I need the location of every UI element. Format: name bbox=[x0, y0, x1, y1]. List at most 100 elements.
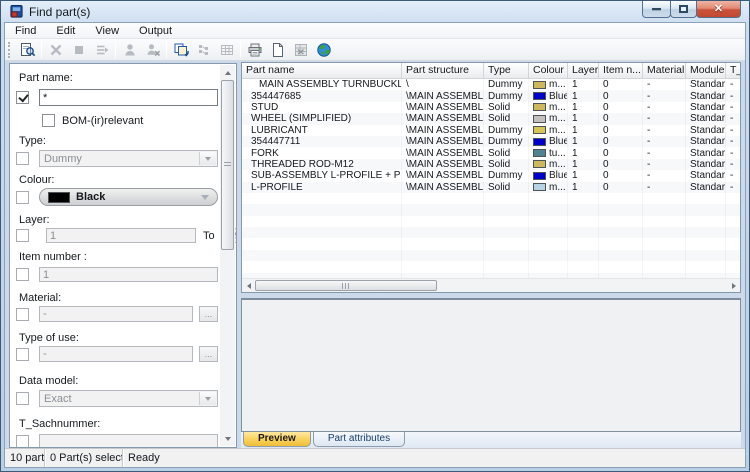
table-cell: 0 bbox=[599, 170, 643, 181]
table-cell: LUBRICANT bbox=[242, 125, 402, 136]
table-cell bbox=[643, 227, 686, 238]
table-cell: Solid bbox=[484, 113, 529, 124]
type-of-use-checkbox[interactable] bbox=[16, 347, 29, 361]
table-cell: SUB-ASSEMBLY L-PROFILE + PLATE bbox=[242, 170, 402, 181]
table-row[interactable]: L-PROFILE\MAIN ASSEMBLY...Solidm...10-St… bbox=[242, 181, 740, 193]
colour-checkbox[interactable] bbox=[16, 190, 29, 204]
table-row[interactable]: 354447685\MAIN ASSEMBLY...DummyBlue10-St… bbox=[242, 90, 740, 102]
maximize-button[interactable] bbox=[670, 1, 697, 18]
copy-window-button[interactable] bbox=[169, 40, 192, 60]
column-header-layer[interactable]: Layer bbox=[568, 63, 599, 78]
data-model-combo[interactable]: Exact bbox=[39, 390, 218, 407]
toolbar-grip[interactable] bbox=[8, 41, 13, 58]
preview-pane bbox=[241, 298, 741, 432]
t-sachnummer-checkbox[interactable] bbox=[16, 435, 29, 447]
filter-panel-scrollbar[interactable] bbox=[220, 65, 235, 446]
type-of-use-input[interactable] bbox=[39, 346, 193, 362]
item-number-checkbox[interactable] bbox=[16, 268, 29, 281]
minimize-button[interactable] bbox=[642, 1, 671, 18]
status-selected-count: 0 Part(s) selected bbox=[45, 449, 123, 467]
table-row[interactable]: THREADED ROD-M12\MAIN ASSEMBLY...Solidm.… bbox=[242, 158, 740, 171]
stop-button[interactable] bbox=[67, 40, 90, 60]
material-input[interactable] bbox=[39, 306, 193, 322]
type-of-use-browse-button[interactable]: ... bbox=[199, 346, 218, 362]
menu-edit[interactable]: Edit bbox=[46, 23, 85, 39]
material-browse-button[interactable]: ... bbox=[199, 306, 218, 322]
new-document-button[interactable] bbox=[266, 40, 289, 60]
table-cell bbox=[242, 261, 402, 272]
table-cell bbox=[726, 238, 740, 249]
table-cell: \ bbox=[402, 79, 484, 90]
titlebar[interactable]: Find part(s) ✕ bbox=[1, 1, 749, 22]
delete-button[interactable] bbox=[44, 40, 67, 60]
table-cell bbox=[568, 261, 599, 272]
new-document-icon bbox=[272, 42, 283, 57]
column-header-part-name[interactable]: Part name bbox=[242, 63, 402, 78]
part-name-checkbox[interactable] bbox=[16, 91, 29, 104]
column-header-part-structure[interactable]: Part structure bbox=[402, 63, 484, 78]
column-header-type[interactable]: Type bbox=[484, 63, 529, 78]
person-remove-button[interactable] bbox=[141, 40, 164, 60]
find-parts-icon bbox=[20, 42, 35, 56]
t-sachnummer-input[interactable] bbox=[39, 434, 218, 447]
scroll-left-icon[interactable] bbox=[242, 279, 255, 292]
table-view-button[interactable] bbox=[215, 40, 238, 60]
toolbar bbox=[5, 39, 745, 61]
item-number-input[interactable] bbox=[39, 267, 218, 282]
table-row[interactable]: WHEEL (SIMPLIFIED)\MAIN ASSEMBLY...Solid… bbox=[242, 113, 740, 125]
table-cell bbox=[529, 238, 568, 249]
layer-checkbox[interactable] bbox=[16, 229, 29, 242]
table-cell: 354447685 bbox=[242, 90, 402, 102]
app-icon bbox=[10, 4, 23, 18]
type-checkbox[interactable] bbox=[16, 152, 29, 165]
table-row[interactable]: FORK\MAIN ASSEMBLY...Solidtu...10-Standa… bbox=[242, 147, 740, 159]
column-header-colour[interactable]: Colour bbox=[529, 63, 568, 78]
scroll-down-icon[interactable] bbox=[220, 431, 235, 446]
data-model-checkbox[interactable] bbox=[16, 392, 29, 405]
globe-button[interactable] bbox=[312, 40, 335, 60]
menu-view[interactable]: View bbox=[85, 23, 129, 39]
table-row[interactable]: LUBRICANT\MAIN ASSEMBLY...Dummym...10-St… bbox=[242, 125, 740, 136]
compare-button[interactable] bbox=[192, 40, 215, 60]
bom-checkbox[interactable] bbox=[42, 114, 55, 127]
layer-from-input[interactable] bbox=[46, 228, 196, 243]
close-button[interactable]: ✕ bbox=[696, 1, 741, 18]
table-cell bbox=[402, 216, 484, 227]
table-row[interactable]: MAIN ASSEMBLY TURNBUCKLE \ Dummy m... 1 0- Sta… bbox=[242, 79, 740, 90]
scroll-right-icon[interactable] bbox=[727, 279, 740, 292]
scrollbar-thumb[interactable] bbox=[255, 280, 437, 291]
parts-table: Part name Part structure Type Colour Lay… bbox=[241, 62, 741, 293]
menu-output[interactable]: Output bbox=[129, 23, 182, 39]
table-row[interactable]: 354447711\MAIN ASSEMBLY...DummyBlue10-St… bbox=[242, 135, 740, 148]
table-cell: \MAIN ASSEMBLY... bbox=[402, 170, 484, 181]
column-header-material[interactable]: Material bbox=[643, 63, 686, 78]
table-row[interactable]: STUD\MAIN ASSEMBLY...Solidm...10-Standar… bbox=[242, 102, 740, 113]
table-cell: - bbox=[643, 182, 686, 193]
excel-export-button[interactable] bbox=[289, 40, 312, 60]
table-row[interactable]: SUB-ASSEMBLY L-PROFILE + PLATE\MAIN ASSE… bbox=[242, 170, 740, 181]
column-header-module[interactable]: Module bbox=[686, 63, 726, 78]
table-cell bbox=[568, 250, 599, 261]
table-horizontal-scrollbar[interactable] bbox=[242, 278, 740, 292]
tab-part-attributes[interactable]: Part attributes bbox=[312, 432, 406, 447]
colour-combo[interactable]: Black bbox=[39, 188, 218, 206]
table-cell: Blue bbox=[529, 170, 568, 181]
scrollbar-thumb[interactable] bbox=[221, 80, 234, 250]
column-header-item-number[interactable]: Item n... bbox=[599, 63, 643, 78]
person-button[interactable] bbox=[118, 40, 141, 60]
scroll-up-icon[interactable] bbox=[220, 65, 235, 80]
move-to-list-button[interactable] bbox=[90, 40, 113, 60]
material-checkbox[interactable] bbox=[16, 307, 29, 321]
table-cell: \MAIN ASSEMBLY... bbox=[402, 147, 484, 159]
bottom-tabstrip: Preview Part attributes bbox=[241, 432, 741, 448]
part-name-input[interactable] bbox=[39, 89, 218, 106]
table-cell: 0 bbox=[599, 90, 643, 102]
column-header-ts[interactable]: T_S bbox=[726, 63, 740, 78]
t-sachnummer-label: T_Sachnummer: bbox=[19, 418, 101, 430]
table-cell: - bbox=[643, 102, 686, 113]
type-combo[interactable]: Dummy bbox=[39, 150, 218, 167]
print-button[interactable] bbox=[243, 40, 266, 60]
tab-preview[interactable]: Preview bbox=[243, 432, 311, 447]
menu-find[interactable]: Find bbox=[5, 23, 46, 39]
find-parts-button[interactable] bbox=[16, 40, 39, 60]
